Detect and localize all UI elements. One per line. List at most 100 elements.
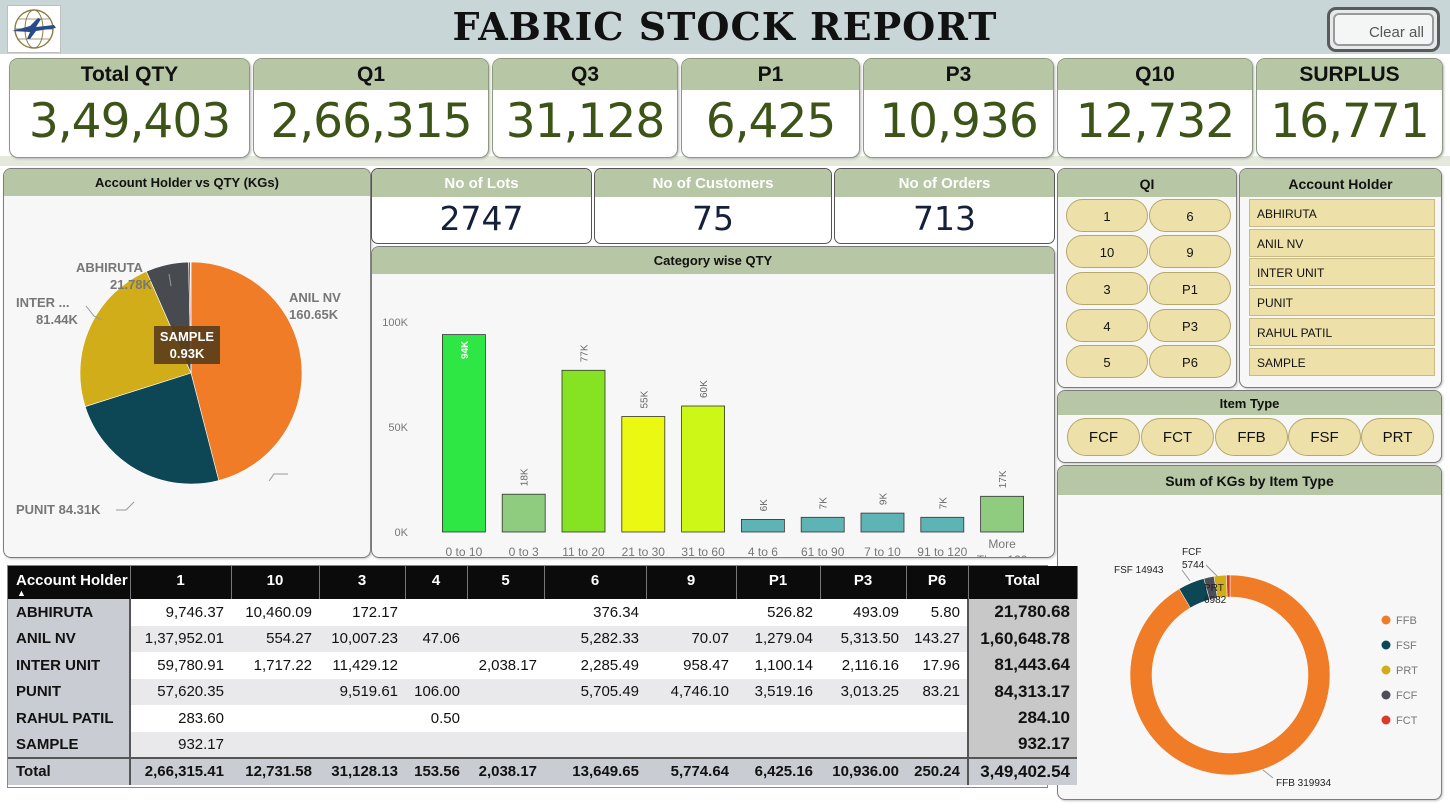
table-total-row[interactable]: Total 2,66,315.41 12,731.58 31,128.13 153.56… — [8, 757, 1077, 785]
column-header[interactable]: 3 — [319, 566, 406, 599]
account-holder-option[interactable]: RAHUL PATIL — [1249, 318, 1435, 346]
pie-label: ANIL NV — [289, 290, 341, 305]
table-row[interactable]: RAHUL PATIL 283.60 0.50 284.10 — [8, 705, 1077, 732]
column-header[interactable]: P1 — [736, 566, 821, 599]
qi-option[interactable]: 10 — [1066, 235, 1148, 268]
item-type-option[interactable]: FCT — [1141, 418, 1214, 456]
kpi-label: SURPLUS — [1257, 59, 1442, 90]
column-header[interactable]: 10 — [231, 566, 320, 599]
qi-option[interactable]: 1 — [1066, 199, 1148, 232]
table-cell: 172.17 — [352, 603, 398, 621]
table-cell: 5,774.64 — [646, 757, 736, 785]
account-holder-option[interactable]: SAMPLE — [1249, 348, 1435, 376]
table-cell: 9,746.37 — [165, 603, 224, 621]
table-cell: 376.34 — [593, 603, 639, 621]
table-cell: 5,705.49 — [544, 678, 646, 705]
legend-label: FSF — [1396, 640, 1417, 652]
item-type-option[interactable]: FCF — [1067, 418, 1140, 456]
table-cell: 10,007.23 — [319, 625, 405, 652]
table-cell: 5.80 — [930, 603, 960, 621]
bar-5[interactable] — [740, 518, 785, 533]
column-header[interactable]: 1 — [130, 566, 232, 599]
pie-label: 81.44K — [36, 312, 79, 327]
qi-option[interactable]: 5 — [1066, 345, 1148, 378]
table-row[interactable]: SAMPLE 932.17 932.17 — [8, 731, 1077, 758]
row-header: PUNIT — [8, 678, 131, 705]
donut-slice-fct[interactable] — [1226, 574, 1231, 598]
bar-7[interactable] — [860, 512, 905, 533]
bar-9[interactable] — [980, 495, 1024, 533]
table-cell: 31,128.13 — [319, 757, 405, 785]
table-cell: 59,780.91 — [157, 656, 224, 674]
table-cell — [646, 731, 736, 758]
x-tick-label: Than 120 — [977, 553, 1028, 558]
table-row[interactable]: ANIL NV 1,37,952.01 554.27 10,007.23 47.06 5,… — [8, 625, 1077, 652]
legend-marker — [1381, 615, 1391, 625]
table-cell: 5,282.33 — [544, 625, 646, 652]
y-tick-label: 0K — [395, 527, 409, 539]
stat-label: No of Orders — [835, 169, 1054, 197]
column-header[interactable]: 9 — [646, 566, 737, 599]
item-type-option[interactable]: FSF — [1288, 418, 1361, 456]
kpi-card-q10: Q10 12,732 — [1057, 58, 1253, 158]
item-type-option[interactable]: PRT — [1361, 418, 1434, 456]
bar-1[interactable] — [501, 493, 546, 533]
account-holder-option[interactable]: INTER UNIT — [1249, 258, 1435, 286]
qi-option[interactable]: P1 — [1149, 272, 1231, 305]
x-tick-label: 61 to 90 — [801, 545, 845, 558]
sort-ascending-icon: ▲ — [17, 588, 26, 598]
bar-3[interactable] — [621, 416, 666, 533]
table-cell: 554.27 — [231, 625, 319, 652]
bar-6[interactable] — [800, 516, 845, 533]
table-cell — [231, 731, 319, 758]
bar-8[interactable] — [920, 516, 965, 533]
leader-line — [1262, 769, 1274, 779]
donut-slice-ffb[interactable] — [1129, 574, 1331, 776]
x-tick-label: 21 to 30 — [622, 545, 666, 558]
column-header[interactable]: 5 — [467, 566, 545, 599]
qi-slicer: QI 1 6 10 9 3 P1 4 P3 5 P6 — [1057, 168, 1237, 388]
bar-data-label: 60K — [699, 380, 710, 398]
table-cell: 283.60 — [178, 709, 224, 727]
account-holder-option[interactable]: PUNIT — [1249, 288, 1435, 316]
table-row[interactable]: ABHIRUTA 9,746.37 10,460.09 172.17 376.34 526… — [8, 599, 1077, 626]
column-header[interactable]: 4 — [405, 566, 468, 599]
column-header[interactable]: P6 — [906, 566, 969, 599]
column-header[interactable]: Total — [968, 566, 1078, 599]
y-tick-label: 50K — [388, 422, 408, 434]
table-row[interactable]: PUNIT 57,620.35 9,519.61 106.00 5,705.49 4,74… — [8, 678, 1077, 705]
leader-line — [1205, 564, 1219, 578]
kpi-value: 12,732 — [1075, 94, 1235, 149]
account-holder-option[interactable]: ABHIRUTA — [1249, 199, 1435, 227]
account-holder-option[interactable]: ANIL NV — [1249, 229, 1435, 257]
qi-option[interactable]: 4 — [1066, 309, 1148, 342]
stat-value: 713 — [913, 199, 976, 238]
qi-option[interactable]: 9 — [1149, 235, 1231, 268]
donut-label: FCF — [1182, 547, 1201, 558]
clear-all-button[interactable]: Clear all — [1327, 7, 1440, 52]
donut-chart-title: Sum of KGs by Item Type — [1058, 466, 1441, 495]
table-cell — [906, 705, 968, 732]
qi-option[interactable]: 3 — [1066, 272, 1148, 305]
table-cell — [646, 705, 736, 732]
bar-0[interactable] — [442, 334, 486, 533]
kpi-value: 31,128 — [505, 94, 665, 149]
table-cell — [820, 731, 906, 758]
kpi-value: 2,66,315 — [270, 94, 472, 149]
legend-label: FCF — [1396, 690, 1418, 702]
x-tick-label: 31 to 60 — [681, 545, 725, 558]
qi-option[interactable]: P3 — [1149, 309, 1231, 342]
kpi-card-total-qty: Total QTY 3,49,403 — [9, 58, 250, 158]
kpi-card-p1: P1 6,425 — [681, 58, 860, 158]
column-header[interactable]: 6 — [544, 566, 647, 599]
qi-option[interactable]: P6 — [1149, 345, 1231, 378]
table-row[interactable]: INTER UNIT 59,780.91 1,717.22 11,429.12 2,03… — [8, 652, 1077, 679]
item-type-option[interactable]: FFB — [1215, 418, 1288, 456]
qi-option[interactable]: 6 — [1149, 199, 1231, 232]
bar-4[interactable] — [681, 405, 726, 533]
pie-tooltip-label: SAMPLE — [160, 329, 215, 344]
column-header[interactable]: P3 — [820, 566, 907, 599]
bar-2[interactable] — [561, 369, 606, 533]
column-header-account-holder[interactable]: Account Holder ▲ — [8, 566, 131, 599]
table-cell — [820, 705, 906, 732]
